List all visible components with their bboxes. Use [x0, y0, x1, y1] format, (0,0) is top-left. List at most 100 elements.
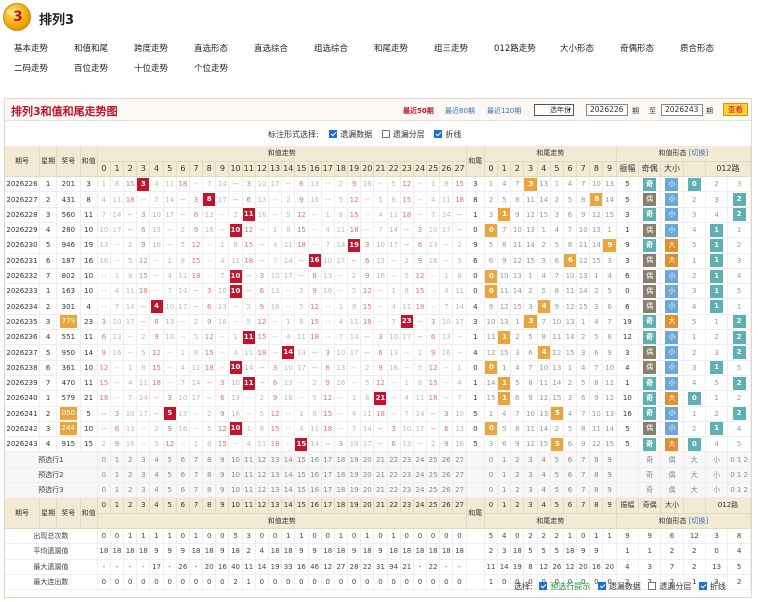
- sum-missing: --: [242, 406, 256, 422]
- sum-missing: --: [110, 253, 125, 269]
- preselect-cell: 26: [439, 467, 454, 484]
- preselect-row[interactable]: 预选行2 0 1 2 3 4 5 6 7 8 9 10 11 12 13 14 15 16 17 18 19 20 21 22…: [5, 467, 751, 484]
- sum-missing: 1: [268, 222, 283, 239]
- sum-missing: 10: [176, 390, 190, 407]
- year-select[interactable]: 选年份 ▾: [534, 104, 574, 116]
- tail-missing: 1: [576, 314, 591, 331]
- sum-missing: 4: [387, 298, 401, 315]
- odd-even-cell: 奇: [638, 390, 662, 407]
- tail-cell: 3: [466, 314, 485, 331]
- road-missing: 4: [727, 268, 751, 285]
- tail-column-header: 9: [602, 161, 617, 178]
- stats-cell: 0: [215, 574, 230, 591]
- tail-missing: 8: [497, 237, 512, 254]
- nav-link[interactable]: 百位走势: [74, 62, 108, 74]
- option-missing-data[interactable]: 遗漏数据: [329, 130, 372, 139]
- odd-even-cell: 奇: [638, 375, 662, 392]
- footer-option-layer[interactable]: 遗漏分层: [648, 582, 691, 591]
- sum-missing: 9: [149, 329, 164, 346]
- range-120-link[interactable]: 最近120期: [487, 106, 521, 116]
- footer-option-polyline[interactable]: 折线: [698, 582, 726, 591]
- footer-option-missing[interactable]: 遗漏数据: [597, 582, 641, 591]
- sum-missing: 10: [149, 207, 164, 223]
- option-polyline[interactable]: 折线: [434, 130, 461, 139]
- sum-missing: --: [163, 375, 177, 392]
- sum-missing: --: [347, 360, 362, 376]
- nav-link[interactable]: 跨度走势: [134, 42, 168, 54]
- tail-missing: 5: [497, 421, 512, 438]
- sum-missing: 5: [452, 253, 467, 269]
- sum-missing: --: [255, 253, 269, 269]
- sum-missing: 16: [97, 253, 111, 269]
- tail-missing: 3: [484, 207, 499, 223]
- sum-cell: 3: [80, 176, 98, 193]
- nav-link[interactable]: 二码走势: [14, 62, 48, 74]
- sum-missing: 1: [294, 406, 309, 422]
- to-issue-input[interactable]: 2026243: [661, 104, 703, 116]
- switch-link[interactable]: [切换]: [689, 517, 708, 525]
- nav-link[interactable]: 直选形态: [194, 42, 228, 54]
- sum-column-header: 17: [321, 497, 335, 514]
- footer-option-preselect[interactable]: 预选行提示: [539, 582, 590, 591]
- sum-missing: 5: [334, 191, 349, 208]
- from-issue-input[interactable]: 2026226: [586, 104, 628, 116]
- tail-missing: 7: [602, 314, 617, 331]
- tail-cell: 5: [466, 436, 485, 453]
- sum-missing: 15: [413, 283, 428, 300]
- stats-cell: 0: [413, 574, 428, 591]
- nav-link[interactable]: 组选综合: [314, 42, 348, 54]
- nav-link[interactable]: 组三走势: [434, 42, 468, 54]
- preselect-row[interactable]: 预选行3 0 1 2 3 4 5 6 7 8 9 10 11 12 13 14 15 16 17 18 19 20 21 22…: [5, 482, 751, 499]
- preselect-cell: 10: [228, 482, 243, 499]
- tail-missing: 14: [550, 375, 564, 392]
- preselect-row[interactable]: 预选行1 0 1 2 3 4 5 6 7 8 9 10 11 12 13 14 15 16 17 18 19 20 21 22…: [5, 451, 751, 468]
- sum-missing: 1: [123, 360, 138, 376]
- tail-hit: 0: [484, 421, 499, 438]
- range-80-link[interactable]: 最近80期: [445, 106, 475, 116]
- nav-link[interactable]: 和值和尾: [74, 42, 108, 54]
- sum-missing: --: [228, 176, 243, 193]
- sum-missing: --: [360, 344, 375, 361]
- stats-cell: [602, 543, 617, 560]
- road-missing: 3: [727, 176, 751, 193]
- sum-missing: --: [176, 207, 190, 223]
- preselect-cell: 16: [308, 467, 322, 484]
- stats-cell: 20: [602, 559, 617, 575]
- sum-missing: 17: [268, 176, 283, 193]
- sum-missing: --: [268, 329, 283, 346]
- nav-link[interactable]: 质合形态: [680, 42, 714, 54]
- range-50-link[interactable]: 最近50期: [403, 106, 434, 116]
- nav-link[interactable]: 直选综合: [254, 42, 288, 54]
- nav-link[interactable]: 和尾走势: [374, 42, 408, 54]
- odd-even-cell: 偶: [638, 222, 662, 239]
- tail-missing: 14: [537, 191, 551, 208]
- tail-missing: 10: [602, 360, 617, 376]
- sum-missing: 11: [452, 283, 467, 300]
- preselect-cell: 奇: [638, 467, 662, 484]
- option-missing-layer[interactable]: 遗漏分层: [381, 130, 425, 139]
- nav-link[interactable]: 大小形态: [560, 42, 594, 54]
- sum-column-header: 16: [308, 497, 322, 514]
- sum-missing: 4: [321, 222, 335, 239]
- column-header: 期号: [5, 146, 40, 178]
- nav-link[interactable]: 奇偶形态: [620, 42, 654, 54]
- sum-missing: --: [163, 360, 177, 376]
- stats-cell: 0: [400, 528, 414, 545]
- sum-missing: 11: [439, 191, 454, 208]
- nav-link[interactable]: 个位走势: [194, 62, 228, 74]
- nav-link[interactable]: 012路走势: [494, 42, 536, 54]
- nav-link[interactable]: 十位走势: [134, 62, 168, 74]
- view-button[interactable]: 查看: [723, 103, 748, 116]
- sum-missing: 5: [347, 283, 362, 300]
- switch-link[interactable]: [切换]: [689, 149, 708, 157]
- sum-missing: 7: [373, 222, 388, 239]
- tail-missing: 1: [510, 314, 525, 331]
- sum-missing: 2: [149, 421, 164, 438]
- nav-link[interactable]: 基本走势: [14, 42, 48, 54]
- sum-missing: --: [123, 329, 138, 346]
- sum-missing: 8: [202, 436, 217, 453]
- sum-column-header: 5: [163, 497, 177, 514]
- sum-missing: 8: [294, 314, 309, 331]
- sum-missing: --: [123, 344, 138, 361]
- preselect-cell: 6: [563, 451, 578, 468]
